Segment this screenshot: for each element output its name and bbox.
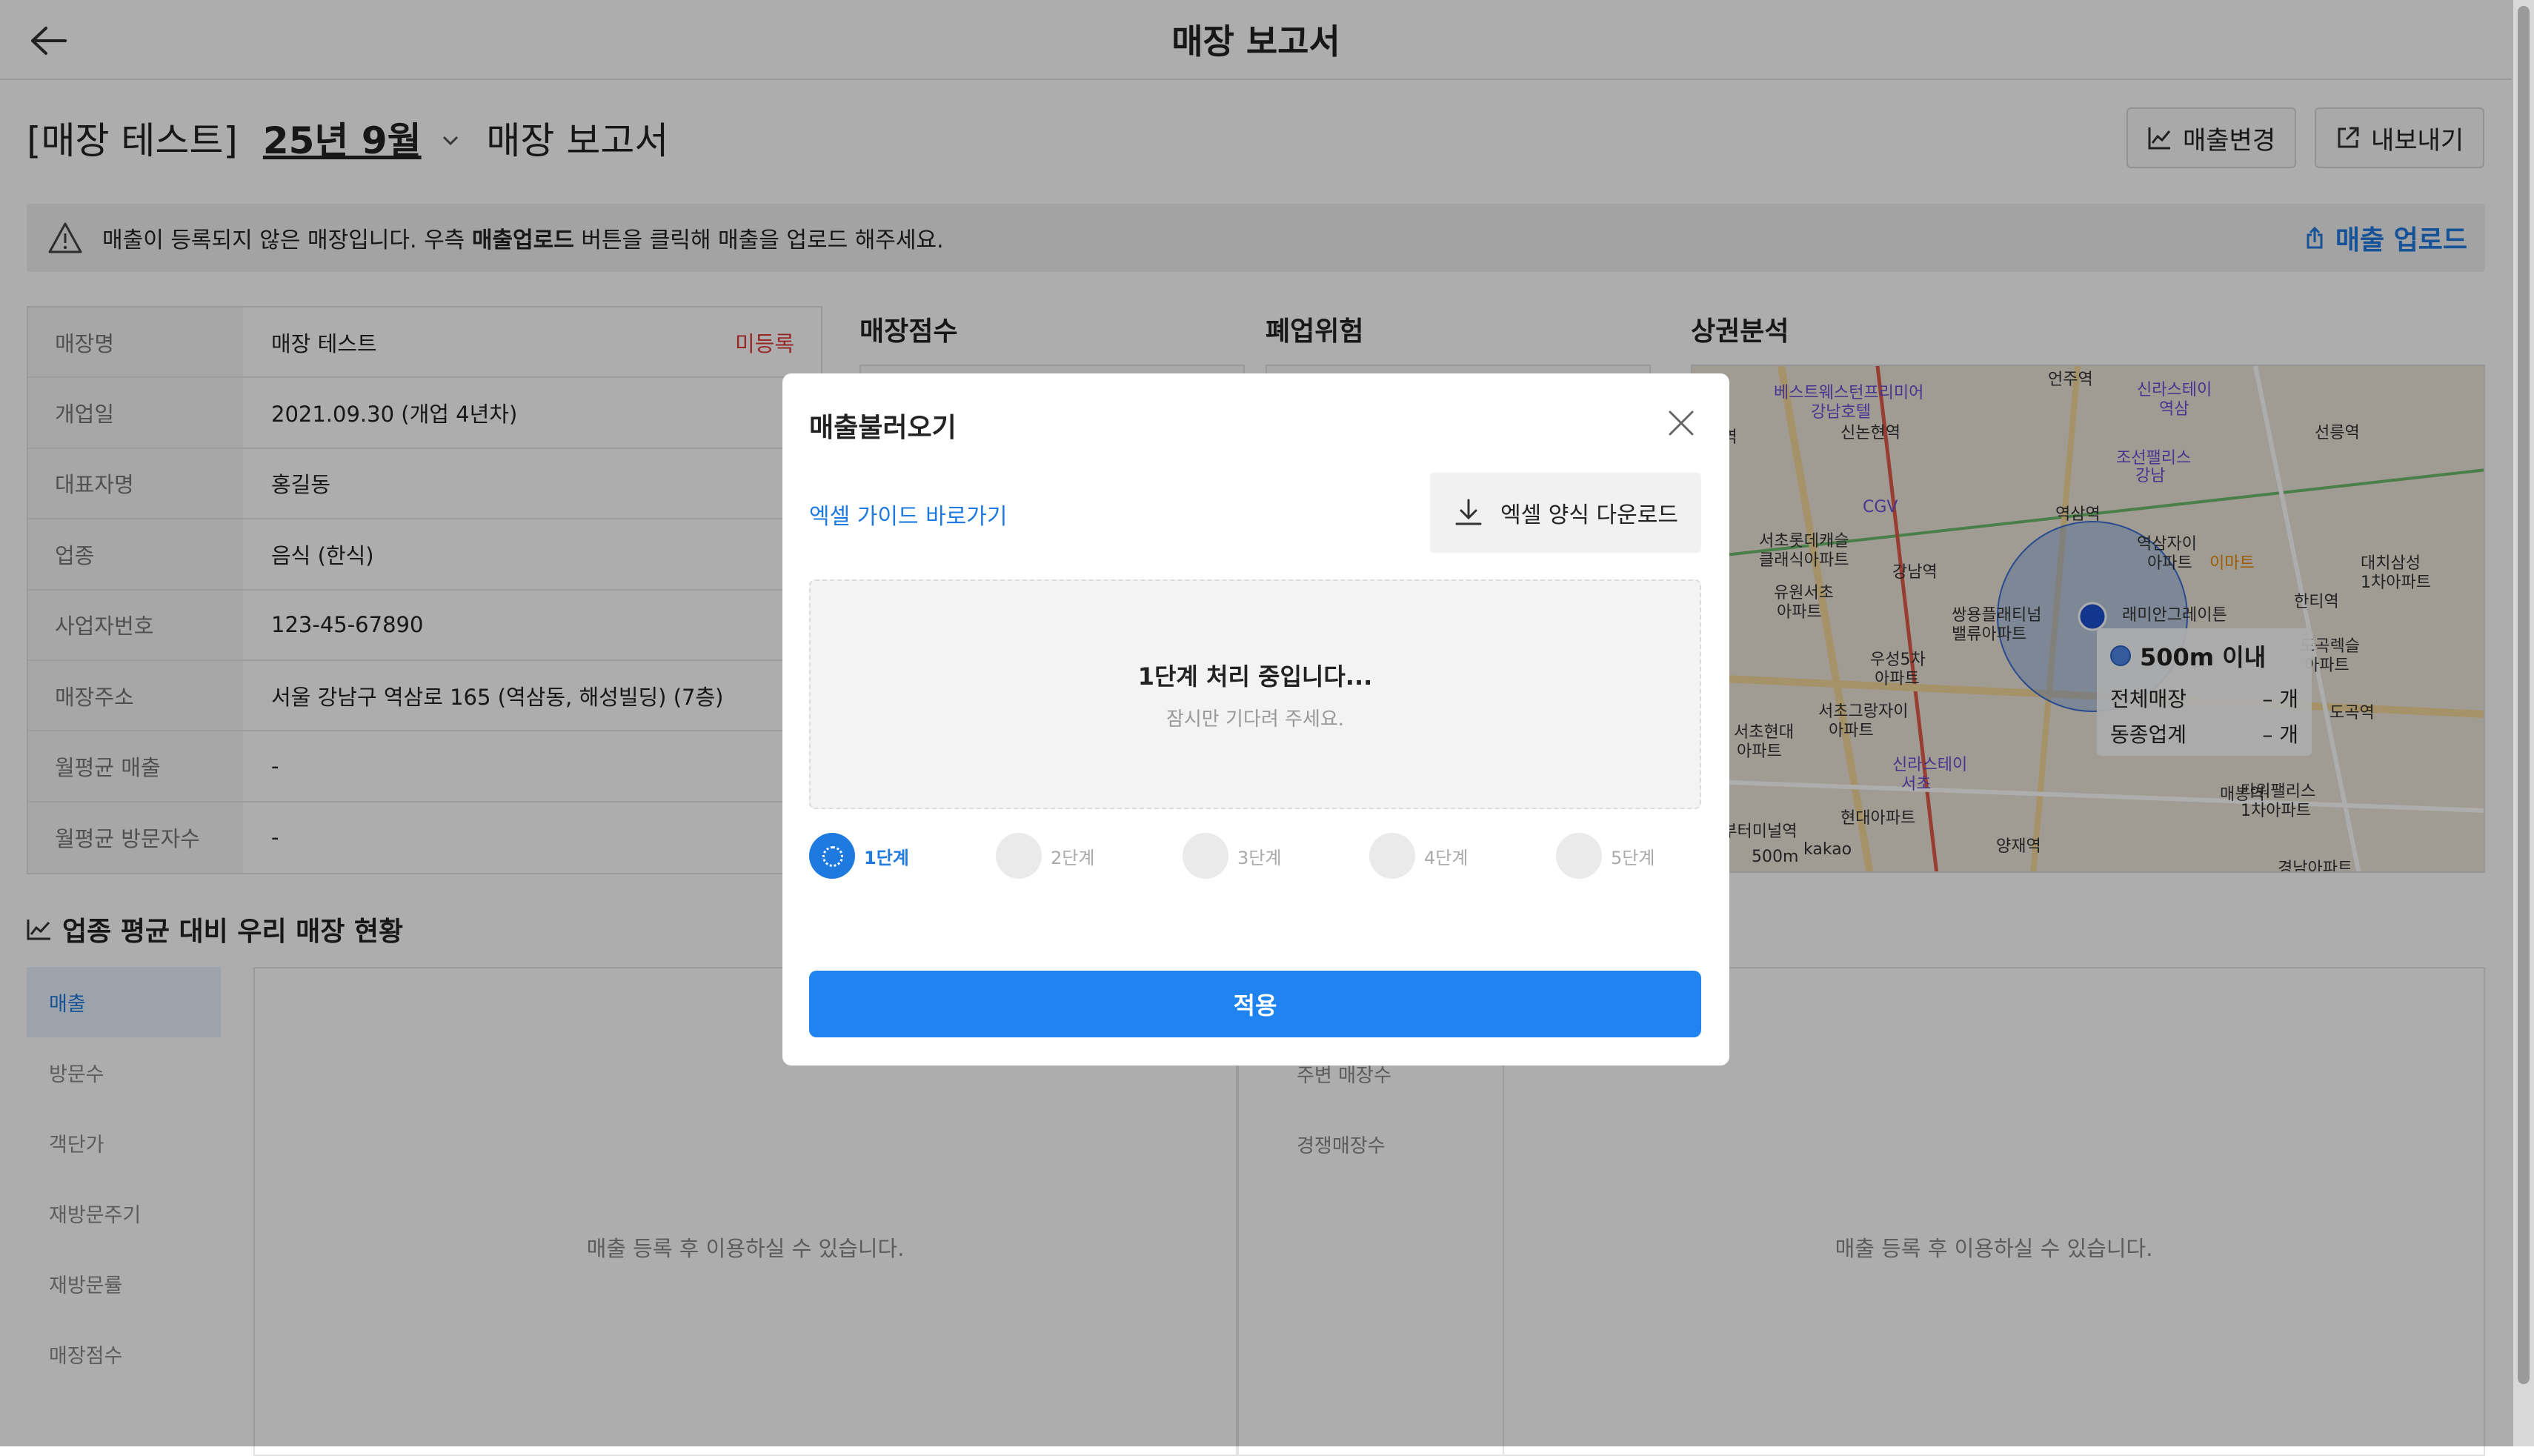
step-circle-icon [996,833,1042,879]
close-icon[interactable] [1664,406,1698,440]
step-item: 3단계 [1183,833,1281,879]
step-circle-icon [1369,833,1415,879]
sales-import-modal: 매출불러오기 엑셀 가이드 바로가기 엑셀 양식 다운로드 1단계 처리 중입니… [782,373,1729,1066]
upload-status-box[interactable]: 1단계 처리 중입니다... 잠시만 기다려 주세요. [809,579,1701,809]
modal-title: 매출불러오기 [809,413,957,443]
download-icon [1455,499,1482,525]
status-main: 1단계 처리 중입니다... [1137,662,1373,691]
step-item: 2단계 [996,833,1094,879]
step-item: 1단계 [809,833,909,879]
excel-template-download-button[interactable]: 엑셀 양식 다운로드 [1430,473,1701,553]
scrollbar-thumb[interactable] [2518,6,2530,1384]
step-item: 4단계 [1369,833,1468,879]
step-label: 4단계 [1424,847,1469,868]
step-circle-icon [809,833,855,879]
excel-guide-link[interactable]: 엑셀 가이드 바로가기 [809,498,1007,531]
step-circle-icon [1556,833,1602,879]
step-item: 5단계 [1556,833,1655,879]
step-label: 5단계 [1611,847,1655,868]
step-label: 2단계 [1051,847,1095,868]
step-circle-icon [1183,833,1228,879]
step-label: 1단계 [864,847,909,868]
step-label: 3단계 [1237,847,1282,868]
status-sub: 잠시만 기다려 주세요. [1165,708,1345,731]
apply-button[interactable]: 적용 [809,971,1701,1037]
